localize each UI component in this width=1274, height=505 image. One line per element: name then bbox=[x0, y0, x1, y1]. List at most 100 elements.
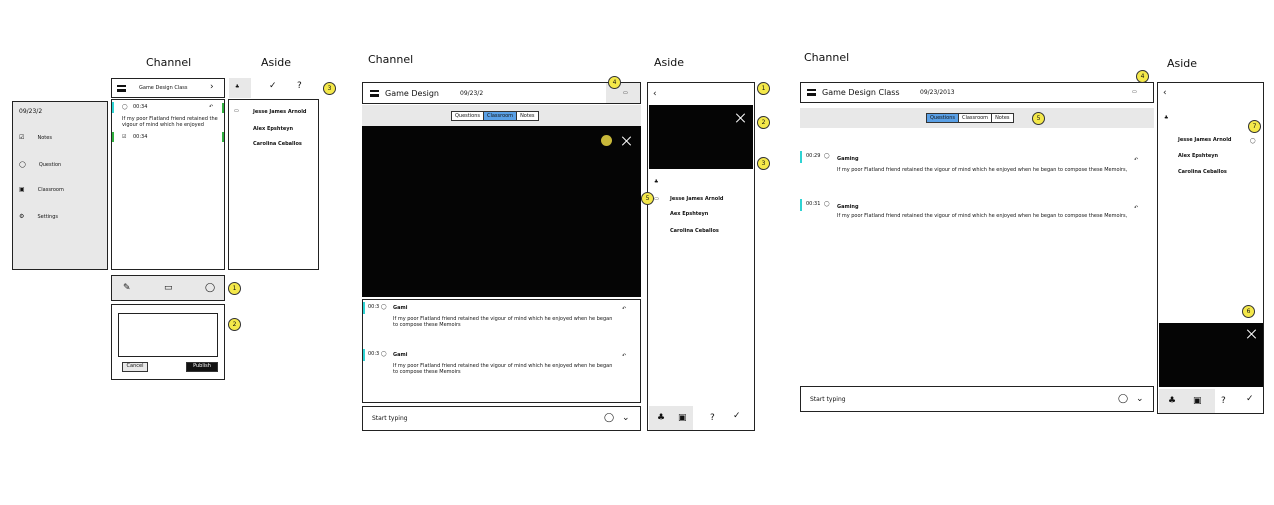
tab-group: Questions Classroom Notes bbox=[926, 113, 1014, 123]
image-icon[interactable]: ▣ bbox=[1193, 397, 1202, 406]
heading-aside-2: Aside bbox=[654, 56, 685, 69]
speech-bubble-icon: ◯ bbox=[19, 161, 26, 168]
fullscreen-icon[interactable] bbox=[1247, 329, 1257, 339]
speech-bubble-icon: ◯ bbox=[381, 351, 387, 357]
users-icon[interactable]: ♣ bbox=[1168, 397, 1176, 406]
action-bar: ✎ ▭ ◯ bbox=[111, 275, 225, 301]
participant-name: Jesse James Arnold bbox=[253, 109, 307, 115]
fullscreen-icon[interactable] bbox=[622, 136, 632, 146]
channel-header: Game Design 09/23/2 ▭ bbox=[362, 82, 641, 104]
reply-icon[interactable]: ↶ bbox=[209, 104, 213, 110]
notes-icon: ☑ bbox=[122, 134, 127, 140]
input-placeholder: Start typing bbox=[810, 396, 846, 403]
check-icon[interactable]: ✓ bbox=[733, 412, 741, 421]
participant-name: Carolina Ceballos bbox=[670, 228, 719, 234]
annotation-marker bbox=[601, 135, 612, 146]
message-time: 00:3 bbox=[368, 304, 380, 310]
sidebar-item-question[interactable]: ◯ Question bbox=[19, 151, 61, 170]
sidebar-item-classroom[interactable]: ▣ Classroom bbox=[19, 176, 64, 195]
video-stage bbox=[362, 126, 641, 297]
participant-name: Carolina Ceballos bbox=[253, 141, 302, 147]
message-time: 00:34 bbox=[133, 134, 148, 140]
speech-bubble-icon[interactable]: ◯ bbox=[1250, 138, 1256, 144]
speech-bubble-icon: ◯ bbox=[824, 201, 830, 207]
gear-icon: ⚙ bbox=[19, 213, 25, 220]
tab-notes[interactable]: Notes bbox=[992, 114, 1012, 122]
channel-date: 09/23/2013 bbox=[920, 89, 955, 96]
aside-panel: ‹ ♣ ▭ Jesse James Arnold Aex Epshteyn Ca… bbox=[647, 82, 755, 431]
video-icon[interactable]: ▭ bbox=[234, 108, 239, 114]
heading-channel-3: Channel bbox=[804, 51, 850, 64]
sidebar-item-label: Question bbox=[38, 162, 62, 168]
unread-indicator bbox=[112, 102, 114, 113]
composer-textarea[interactable] bbox=[118, 313, 218, 357]
back-icon[interactable]: ‹ bbox=[653, 90, 657, 99]
book-icon[interactable]: ▭ bbox=[164, 284, 173, 293]
reply-icon[interactable]: ↶ bbox=[1134, 157, 1138, 163]
unread-indicator bbox=[363, 302, 365, 314]
reply-icon[interactable]: ↶ bbox=[622, 353, 626, 359]
check-icon[interactable]: ✓ bbox=[1246, 395, 1254, 404]
chevron-down-icon[interactable]: ⌄ bbox=[1136, 395, 1144, 404]
message-text: If my poor Flatland friend retained the … bbox=[837, 167, 1128, 173]
edit-icon[interactable]: ✎ bbox=[123, 284, 131, 293]
notes-icon: ☑ bbox=[19, 134, 25, 141]
check-icon[interactable]: ✓ bbox=[269, 82, 277, 91]
annotation-marker: 1 bbox=[757, 82, 770, 95]
help-icon[interactable]: ? bbox=[710, 414, 715, 423]
video-preview bbox=[1159, 323, 1263, 387]
composer-panel: Cancel Publish bbox=[111, 304, 225, 380]
status-indicator bbox=[222, 132, 224, 142]
cancel-button[interactable]: Cancel bbox=[122, 362, 148, 372]
video-preview bbox=[649, 105, 753, 169]
channel-header: Game Design Class 09/23/2013 ▭ bbox=[800, 82, 1154, 103]
users-icon[interactable]: ♣ bbox=[657, 414, 665, 423]
sidebar-item-notes[interactable]: ☑ Notes bbox=[19, 124, 52, 143]
speech-bubble-icon[interactable]: ◯ bbox=[1118, 395, 1128, 404]
fullscreen-icon[interactable] bbox=[736, 113, 746, 123]
video-icon[interactable]: ▭ bbox=[654, 196, 659, 202]
users-icon: ♣ bbox=[235, 84, 240, 90]
users-tab[interactable]: ♣ bbox=[229, 78, 251, 98]
message-text: If my poor Flatland friend retained the … bbox=[393, 363, 613, 375]
hamburger-icon[interactable] bbox=[807, 89, 816, 96]
reply-icon[interactable]: ↶ bbox=[622, 306, 626, 312]
video-icon[interactable]: ▭ bbox=[1132, 89, 1137, 95]
participant-name: Aex Epshteyn bbox=[670, 211, 709, 217]
message-input[interactable]: Start typing ◯ ⌄ bbox=[800, 386, 1154, 412]
tab-questions[interactable]: Questions bbox=[927, 114, 959, 122]
tab-notes[interactable]: Notes bbox=[517, 112, 537, 120]
image-icon[interactable]: ▣ bbox=[678, 414, 687, 423]
tab-classroom[interactable]: Classroom bbox=[959, 114, 993, 122]
help-icon[interactable]: ? bbox=[1221, 397, 1226, 406]
back-icon[interactable]: ‹ bbox=[1163, 89, 1167, 98]
tab-questions[interactable]: Questions bbox=[452, 112, 484, 120]
message-input[interactable]: Start typing ◯ ⌄ bbox=[362, 406, 641, 431]
annotation-marker: 5 bbox=[1032, 112, 1045, 125]
input-placeholder: Start typing bbox=[372, 415, 408, 422]
tab-bar: Questions Classroom Notes bbox=[800, 108, 1154, 128]
participant-name: Alex Epshteyn bbox=[253, 126, 294, 132]
speech-bubble-icon[interactable]: ◯ bbox=[604, 414, 614, 423]
tab-bar: Questions Classroom Notes bbox=[362, 105, 641, 126]
sidebar-item-settings[interactable]: ⚙ Settings bbox=[19, 203, 58, 222]
help-icon[interactable]: ? bbox=[297, 82, 302, 91]
heading-aside-1: Aside bbox=[261, 56, 292, 69]
reply-icon[interactable]: ↶ bbox=[1134, 205, 1138, 211]
image-icon: ▣ bbox=[19, 186, 25, 193]
annotation-marker: 2 bbox=[757, 116, 770, 129]
annotation-marker: 5 bbox=[641, 192, 654, 205]
tab-classroom[interactable]: Classroom bbox=[483, 112, 518, 120]
message-text: If my poor Flatland friend retained the … bbox=[393, 316, 613, 328]
aside-panel: ‹ ♣ Jesse James Arnold ◯ Alex Epshteyn C… bbox=[1157, 82, 1264, 414]
publish-button[interactable]: Publish bbox=[186, 362, 218, 372]
chevron-down-icon[interactable]: ⌄ bbox=[622, 414, 630, 423]
annotation-marker: 7 bbox=[1248, 120, 1261, 133]
status-indicator bbox=[222, 103, 224, 113]
unread-indicator bbox=[363, 349, 365, 361]
speech-bubble-icon[interactable]: ◯ bbox=[205, 284, 215, 293]
chevron-right-icon[interactable]: › bbox=[210, 83, 214, 92]
users-icon: ♣ bbox=[1164, 115, 1169, 121]
hamburger-icon[interactable] bbox=[117, 85, 126, 92]
hamburger-icon[interactable] bbox=[370, 90, 379, 97]
